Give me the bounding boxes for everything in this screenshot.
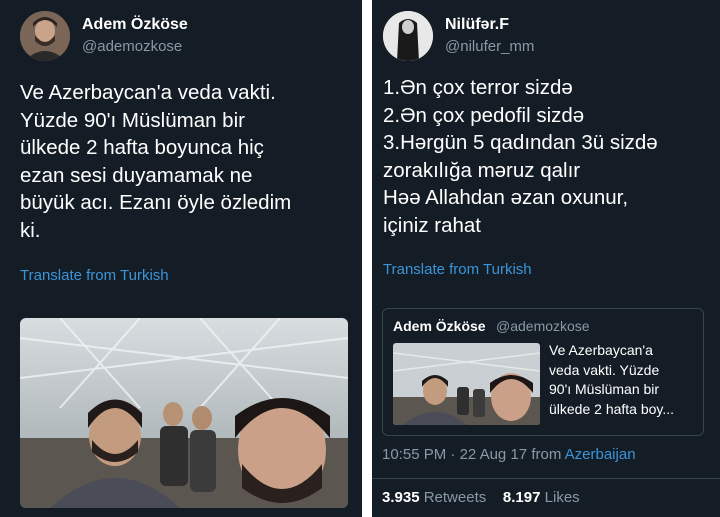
- translate-link[interactable]: Translate from Turkish: [20, 267, 169, 284]
- quoted-author-handle: @ademozkose: [496, 318, 590, 334]
- retweets-count[interactable]: 3.935: [382, 489, 420, 506]
- location-link[interactable]: Azerbaijan: [565, 446, 636, 463]
- quoted-photo: [393, 343, 540, 425]
- from-label: from: [531, 446, 562, 463]
- divider: [372, 478, 720, 479]
- tweet-text: 1.Ən çox terror sizdə 2.Ən çox pedofil s…: [383, 76, 658, 237]
- avatar[interactable]: [383, 11, 433, 61]
- retweets-label[interactable]: Retweets: [424, 489, 487, 506]
- tweet-time[interactable]: 10:55 PM: [382, 446, 446, 463]
- likes-count[interactable]: 8.197: [503, 489, 541, 506]
- meta-separator: ·: [446, 446, 460, 463]
- profile-photo-icon: [20, 11, 70, 61]
- translate-link[interactable]: Translate from Turkish: [383, 261, 532, 278]
- author-name[interactable]: Nilüfər.F: [445, 16, 509, 34]
- tweet-text: Ve Azerbaycan'a veda vakti. Yüzde 90'ı M…: [20, 81, 292, 242]
- author-handle[interactable]: @nilufer_mm: [445, 38, 534, 55]
- quoted-text: Ve Azerbaycan'a veda vakti. Yüzde 90'ı M…: [549, 342, 675, 417]
- tweet-stats: 3.935 Retweets 8.197 Likes: [382, 489, 580, 506]
- avatar[interactable]: [20, 11, 70, 61]
- tweet-photo[interactable]: [20, 318, 348, 508]
- author-handle[interactable]: @ademozkose: [82, 38, 182, 55]
- profile-photo-icon: [383, 11, 433, 61]
- tweet-meta: 10:55 PM · 22 Aug 17 from Azerbaijan: [382, 446, 636, 463]
- quoted-author-name: Adem Özköse: [393, 318, 486, 334]
- author-name[interactable]: Adem Özköse: [82, 16, 188, 34]
- likes-label[interactable]: Likes: [545, 489, 580, 506]
- tweet-date[interactable]: 22 Aug 17: [460, 446, 528, 463]
- quoted-tweet[interactable]: Adem Özköse @ademozkose Ve Azerbaycan'a …: [382, 308, 704, 436]
- selfie-thumbnail-icon: [393, 343, 540, 425]
- selfie-photo-icon: [20, 318, 348, 508]
